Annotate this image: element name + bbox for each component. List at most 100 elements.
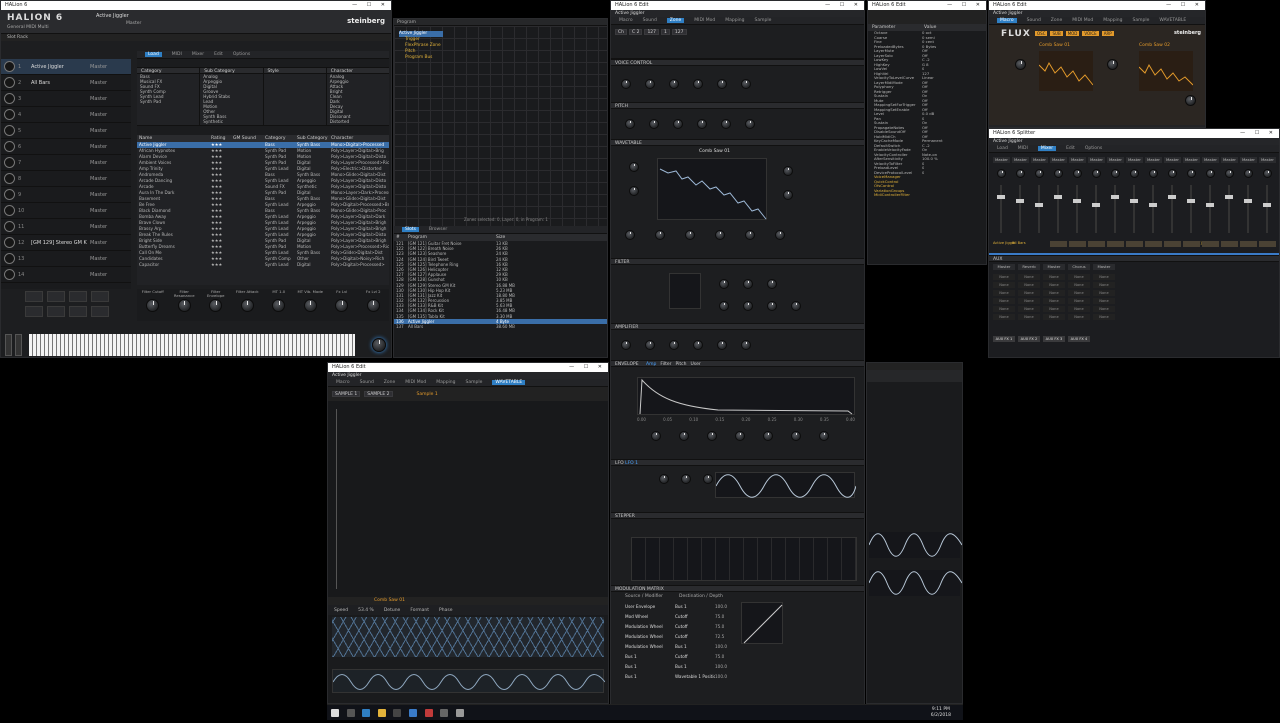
aux-strip-label[interactable]: Master [993, 264, 1015, 270]
aux-slot[interactable]: None [1018, 298, 1040, 304]
start-icon[interactable] [331, 709, 339, 717]
strip-output[interactable]: Master [1107, 157, 1124, 163]
aux-strip-label[interactable]: Chorus [1068, 264, 1090, 270]
matrix-source[interactable]: Bus 1 [625, 662, 675, 672]
knob[interactable] [629, 162, 639, 172]
strip-knob[interactable] [1111, 169, 1120, 178]
knob[interactable] [649, 119, 659, 129]
edge-icon[interactable] [362, 709, 371, 717]
strip-fader-cap[interactable] [1187, 199, 1195, 203]
matrix-depth[interactable]: 75.0 [715, 622, 724, 632]
matrix-row[interactable]: Bus 1 Cutoff 75.0 [625, 652, 733, 662]
strip-knob[interactable] [1035, 169, 1044, 178]
tab-edit[interactable]: Edit [214, 52, 223, 57]
slot-row[interactable]: 12 [GM 129] Stereo GM Kit Master [1, 235, 131, 251]
tab-midi-mod[interactable]: MIDI Mod [405, 380, 426, 385]
matrix-source[interactable]: Mod Wheel [625, 612, 675, 622]
knob[interactable] [693, 79, 703, 89]
wavetable-name[interactable]: Comb Saw 01 [699, 149, 730, 154]
matrix-row[interactable]: Modulation Wheel Cutoff 72.5 [625, 632, 733, 642]
knob[interactable] [707, 431, 717, 441]
knob[interactable] [775, 230, 785, 240]
pad[interactable] [47, 306, 65, 317]
sample-program[interactable]: Active Jiggler [328, 372, 608, 379]
slot-output[interactable]: Master [90, 112, 107, 118]
knob[interactable] [715, 230, 725, 240]
results-header-rating[interactable]: Rating [209, 135, 231, 142]
slot-row[interactable]: 1 Active Jiggler Master [1, 59, 131, 75]
slot-row[interactable]: 4 Master [1, 107, 131, 123]
program-list-header[interactable]: Program [406, 234, 494, 241]
tab-options[interactable]: Options [1085, 146, 1102, 151]
slot-output[interactable]: Master [90, 272, 107, 278]
quick-control-knob[interactable] [272, 299, 286, 312]
strip-output[interactable]: Master [1145, 157, 1162, 163]
knob[interactable] [693, 340, 703, 350]
window-controls[interactable]: — ☐ ✕ [947, 1, 984, 10]
knob[interactable] [1015, 59, 1026, 70]
voice-control-header[interactable]: VOICE CONTROL [611, 59, 864, 66]
knob[interactable] [645, 79, 655, 89]
knob[interactable] [659, 474, 669, 484]
tab-edit[interactable]: Edit [1066, 146, 1075, 151]
aux-slot[interactable]: None [1093, 298, 1115, 304]
matrix-depth[interactable]: 75.0 [715, 612, 724, 622]
aux-slot[interactable]: None [993, 298, 1015, 304]
strip-fader-cap[interactable] [1016, 199, 1024, 203]
results-header-category[interactable]: Category [263, 135, 295, 142]
knob[interactable] [669, 340, 679, 350]
master-volume-knob[interactable] [372, 338, 386, 352]
aux-slot[interactable]: None [1068, 298, 1090, 304]
strip-knob[interactable] [1206, 169, 1215, 178]
strip-fader[interactable] [1190, 185, 1192, 233]
slot-row[interactable]: 6 Master [1, 139, 131, 155]
strip-fader[interactable] [1247, 185, 1249, 233]
keyboard[interactable] [29, 334, 355, 356]
results-header-name[interactable]: Name [137, 135, 209, 142]
style-filter[interactable]: Style [263, 67, 327, 125]
strip-fader-cap[interactable] [1111, 195, 1119, 199]
aux-slot[interactable]: None [1068, 274, 1090, 280]
matrix-depth[interactable]: 100.0 [715, 642, 727, 652]
strip-knob[interactable] [1244, 169, 1253, 178]
slot-row[interactable]: 9 Master [1, 187, 131, 203]
slot-row[interactable]: 14 Master [1, 267, 131, 283]
pitch-wheel[interactable] [5, 334, 12, 356]
matrix-source[interactable]: Modulation Wheel [625, 632, 675, 642]
matrix-dest[interactable]: Bus 1 [675, 642, 715, 652]
knob[interactable] [783, 190, 793, 200]
knob[interactable] [767, 301, 777, 311]
mail-icon[interactable] [408, 709, 417, 717]
strip-fader[interactable] [1266, 185, 1268, 233]
aux-slot[interactable]: None [1018, 274, 1040, 280]
window-controls[interactable]: — ☐ ✕ [352, 1, 389, 10]
matrix-source[interactable]: Bus 1 [625, 672, 675, 682]
program-row[interactable]: 137 All Bars 38.60 MB [394, 324, 607, 329]
matrix-source[interactable]: Modulation Wheel [625, 642, 675, 652]
osc2-name[interactable]: Comb Saw 02 [1139, 43, 1170, 48]
tab-midi[interactable]: MIDI [172, 52, 182, 57]
matrix-row[interactable]: Bus 1 Bus 1 100.0 [625, 662, 733, 672]
knob[interactable] [629, 186, 639, 196]
aux-slot[interactable]: None [1043, 290, 1065, 296]
knob[interactable] [685, 230, 695, 240]
strip-knob[interactable] [1225, 169, 1234, 178]
slot-output[interactable]: Master [90, 160, 107, 166]
slot-output[interactable]: Master [90, 96, 107, 102]
amplifier-header[interactable]: AMPLIFIER [611, 323, 864, 330]
strip-output[interactable]: Master [1012, 157, 1029, 163]
filter-item[interactable]: Distorted [327, 119, 389, 124]
toolbar-chip[interactable]: 127 [671, 29, 687, 35]
tab-macro[interactable]: Macro [336, 380, 350, 385]
aux-slot[interactable]: None [1018, 282, 1040, 288]
tab-mixer[interactable]: Mixer [1037, 146, 1057, 151]
strip-fader[interactable] [1000, 185, 1002, 233]
strip-output[interactable]: Master [1088, 157, 1105, 163]
strip-fader[interactable] [1171, 185, 1173, 233]
knob[interactable] [735, 431, 745, 441]
aux-slot[interactable]: None [1093, 306, 1115, 312]
subcategory-filter[interactable]: Sub Category Analog Arpeggio Digital Groove… [200, 67, 264, 125]
explorer-icon[interactable] [377, 709, 386, 717]
tab-sound[interactable]: Sound [360, 380, 374, 385]
tab-options[interactable]: Options [233, 52, 250, 57]
